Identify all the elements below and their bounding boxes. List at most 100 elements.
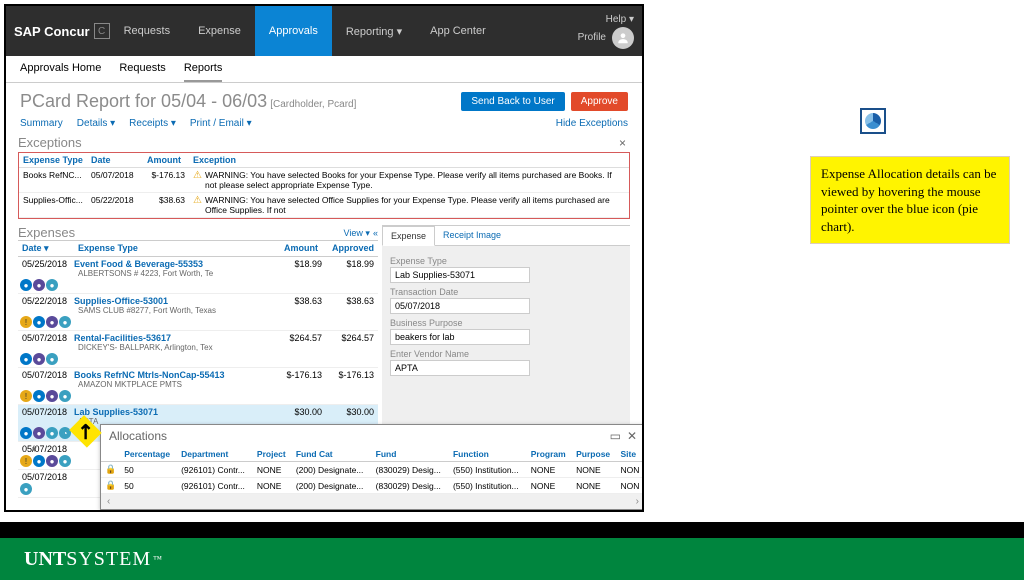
page-subtitle: [Cardholder, Pcard]	[270, 99, 356, 110]
blue-status-icon: ●	[20, 279, 32, 291]
warning-icon: ⚠	[193, 170, 202, 190]
lock-icon: 🔒	[105, 480, 116, 490]
field-expense-type[interactable]: Lab Supplies-53071	[390, 267, 530, 283]
nav-right: Help ▾ Profile	[578, 14, 634, 49]
exc-col-amount[interactable]: Amount	[143, 153, 189, 167]
tab-receipts[interactable]: Receipts ▾	[129, 118, 176, 129]
alloc-col[interactable]: Site	[617, 447, 644, 462]
allocation-row[interactable]: 🔒50(926101) Contr...NONE(200) Designate.…	[101, 478, 644, 494]
exp-col-type[interactable]: Expense Type	[74, 241, 266, 256]
profile-link[interactable]: Profile	[578, 32, 606, 43]
exception-row[interactable]: Books RefNC...05/07/2018$-176.13⚠WARNING…	[19, 168, 629, 193]
report-tabs: Summary Details ▾ Receipts ▾ Print / Ema…	[6, 116, 642, 135]
expenses-title: Expenses	[18, 225, 75, 240]
expense-row[interactable]: 05/22/2018Supplies-Office-53001SAMS CLUB…	[18, 294, 378, 331]
alloc-col[interactable]: Project	[253, 447, 292, 462]
field-transaction-date[interactable]: 05/07/2018	[390, 298, 530, 314]
exc-col-date[interactable]: Date	[87, 153, 143, 167]
orange-status-icon: !	[20, 455, 32, 467]
warning-icon: ⚠	[193, 195, 202, 215]
exp-col-amount[interactable]: Amount	[266, 241, 322, 256]
help-link[interactable]: Help ▾	[606, 14, 634, 25]
allocation-row[interactable]: 🔒50(926101) Contr...NONE(200) Designate.…	[101, 462, 644, 478]
hide-exceptions-link[interactable]: Hide Exceptions	[556, 118, 628, 129]
exceptions-panel: Exceptions × Expense Type Date Amount Ex…	[18, 135, 630, 219]
nav-requests[interactable]: Requests	[110, 6, 184, 56]
send-back-button[interactable]: Send Back to User	[461, 92, 564, 111]
expense-row[interactable]: 05/07/2018Rental-Facilities-53617DICKEY'…	[18, 331, 378, 368]
teal-status-icon: ●	[46, 279, 58, 291]
footer-brand: UNT SYSTEM™	[0, 538, 1024, 580]
teal-status-icon: ●	[46, 353, 58, 365]
chevron-down-icon[interactable]: ▾	[32, 444, 37, 455]
expense-row[interactable]: 05/25/2018Event Food & Beverage-55353ALB…	[18, 257, 378, 294]
footer-bold: UNT	[24, 548, 66, 571]
pie-chart-icon	[860, 108, 886, 134]
tab-print[interactable]: Print / Email ▾	[190, 118, 252, 129]
scroll-bar[interactable]: ‹›	[101, 494, 644, 509]
alloc-col[interactable]: Fund Cat	[292, 447, 372, 462]
close-icon[interactable]: ×	[615, 136, 630, 150]
alloc-col[interactable]: Department	[177, 447, 253, 462]
teal-status-icon: ●	[59, 390, 71, 402]
divider-bar	[0, 522, 1024, 538]
subnav-approvals-home[interactable]: Approvals Home	[20, 62, 101, 82]
close-icon[interactable]: ✕	[627, 429, 637, 443]
allocations-popup: Allocations ▭ ✕ PercentageDepartmentProj…	[100, 424, 644, 510]
alloc-col[interactable]: Fund	[372, 447, 449, 462]
brand-text: SAP Concur	[14, 24, 90, 39]
blue-status-icon: ●	[33, 316, 45, 328]
purple-status-icon: ●	[33, 279, 45, 291]
alloc-col[interactable]: Percentage	[120, 447, 177, 462]
exception-row[interactable]: Supplies-Offic...05/22/2018$38.63⚠WARNIN…	[19, 193, 629, 218]
nav-approvals[interactable]: Approvals	[255, 6, 332, 56]
exc-col-type[interactable]: Expense Type	[19, 153, 87, 167]
exp-col-date[interactable]: Date ▾	[18, 241, 74, 256]
expense-row[interactable]: 05/07/2018Books RefrNC Mtrls-NonCap-5541…	[18, 368, 378, 405]
maximize-icon[interactable]: ▭	[610, 429, 621, 443]
tab-receipt-image[interactable]: Receipt Image	[435, 226, 509, 245]
purple-status-icon: ●	[33, 353, 45, 365]
allocations-title: Allocations	[109, 429, 167, 443]
tab-details[interactable]: Details ▾	[77, 118, 115, 129]
pie-chart-icon[interactable]: ◔	[59, 427, 71, 439]
approve-button[interactable]: Approve	[571, 92, 628, 111]
field-vendor-name[interactable]: APTA	[390, 360, 530, 376]
subnav-requests[interactable]: Requests	[119, 62, 165, 82]
teal-status-icon: ●	[46, 427, 58, 439]
alloc-col[interactable]: Purpose	[572, 447, 616, 462]
tab-summary[interactable]: Summary	[20, 118, 63, 129]
blue-status-icon: ●	[33, 390, 45, 402]
collapse-icon[interactable]: «	[373, 228, 378, 238]
nav-expense[interactable]: Expense	[184, 6, 255, 56]
orange-status-icon: !	[20, 316, 32, 328]
concur-window: SAP Concur C RequestsExpenseApprovalsRep…	[4, 4, 644, 512]
orange-status-icon: !	[20, 390, 32, 402]
annotation-note: Expense Allocation details can be viewed…	[810, 156, 1010, 244]
teal-status-icon: ●	[59, 316, 71, 328]
purple-status-icon: ●	[46, 390, 58, 402]
nav-reporting-[interactable]: Reporting ▾	[332, 6, 416, 56]
brand-icon: C	[94, 23, 110, 39]
exc-col-exception[interactable]: Exception	[189, 153, 629, 167]
label-expense-type: Expense Type	[390, 256, 622, 266]
nav-app-center[interactable]: App Center	[416, 6, 500, 56]
avatar-icon[interactable]	[612, 27, 634, 49]
alloc-col[interactable]: Function	[449, 447, 527, 462]
exp-col-approved[interactable]: Approved	[322, 241, 378, 256]
purple-status-icon: ●	[46, 316, 58, 328]
field-business-purpose[interactable]: beakers for lab	[390, 329, 530, 345]
brand: SAP Concur C	[14, 23, 110, 39]
subnav-reports[interactable]: Reports	[184, 62, 223, 82]
tab-expense[interactable]: Expense	[382, 226, 435, 246]
purple-status-icon: ●	[46, 455, 58, 467]
blue-status-icon: ●	[20, 353, 32, 365]
teal-status-icon: ●	[20, 483, 32, 495]
alloc-col[interactable]: Program	[527, 447, 572, 462]
lock-icon: 🔒	[105, 464, 116, 474]
view-menu[interactable]: View ▾	[344, 228, 370, 238]
blue-status-icon: ●	[20, 427, 32, 439]
exceptions-title: Exceptions	[18, 135, 82, 150]
teal-status-icon: ●	[59, 455, 71, 467]
purple-status-icon: ●	[33, 427, 45, 439]
